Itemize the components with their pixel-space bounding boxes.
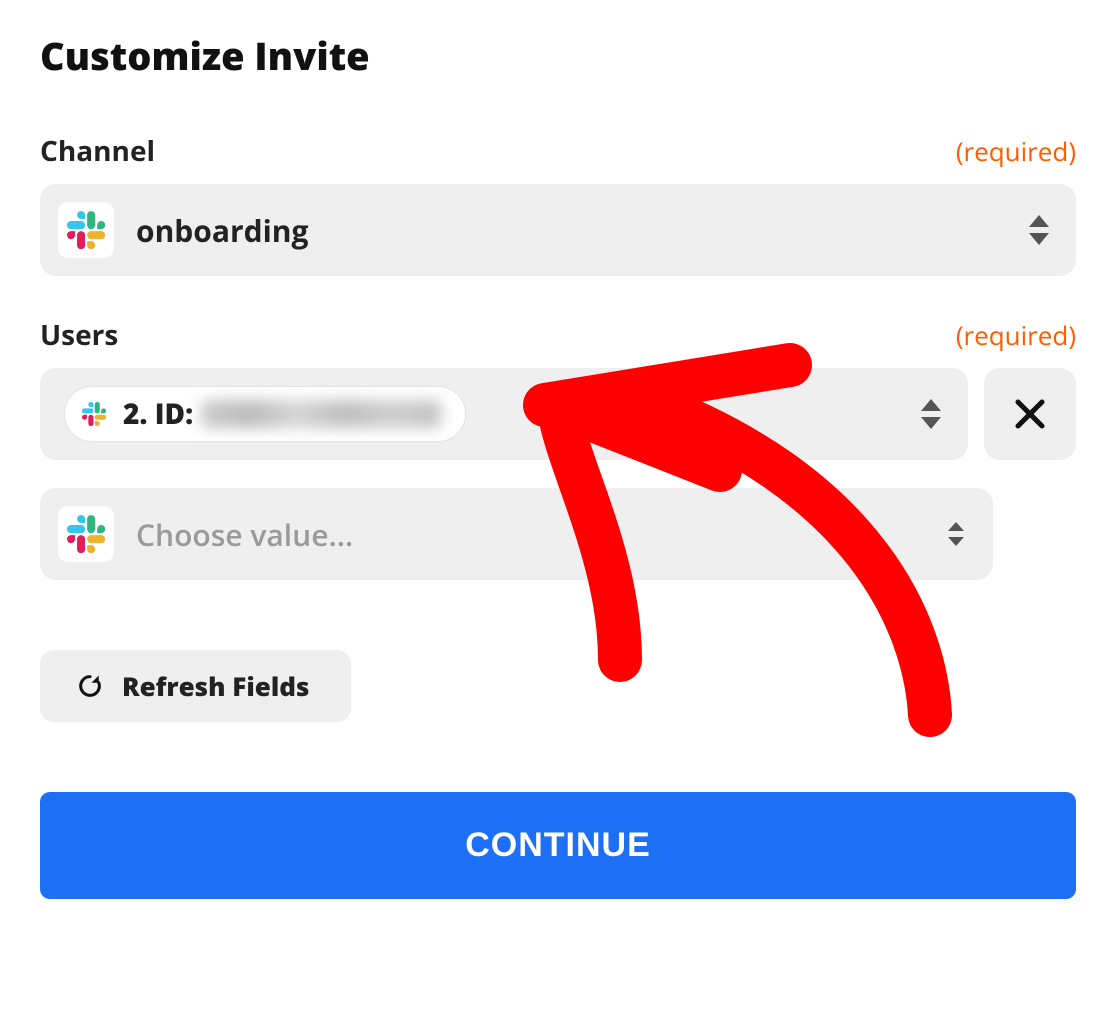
refresh-fields-button[interactable]: Refresh Fields [40,650,351,722]
sort-icon [920,399,942,429]
channel-field-group: Channel (required) onboarding [40,132,1076,276]
users-label: Users [40,316,118,354]
sort-icon [945,522,967,546]
users-entry-select[interactable]: 2. ID: [40,368,968,460]
refresh-fields-label: Refresh Fields [122,668,309,704]
users-add-placeholder: Choose value... [136,514,933,555]
close-icon [1012,396,1048,432]
users-entry-redacted-id [201,400,441,428]
continue-button[interactable]: CONTINUE [40,792,1076,899]
section-title: Customize Invite [40,30,1076,82]
slack-icon [75,395,113,433]
slack-icon [58,202,114,258]
channel-required-tag: (required) [956,133,1076,169]
users-entry-prefix: 2. ID: [123,395,193,433]
remove-user-button[interactable] [984,368,1076,460]
channel-select[interactable]: onboarding [40,184,1076,276]
users-entry-pill: 2. ID: [64,386,466,442]
refresh-icon [76,672,104,700]
channel-label: Channel [40,132,155,170]
users-required-tag: (required) [956,317,1076,353]
sort-icon [1028,215,1050,245]
channel-selected-value: onboarding [136,210,1016,251]
slack-icon [58,506,114,562]
users-add-select[interactable]: Choose value... [40,488,993,580]
users-field-group: Users (required) 2. ID: Choose [40,316,1076,580]
